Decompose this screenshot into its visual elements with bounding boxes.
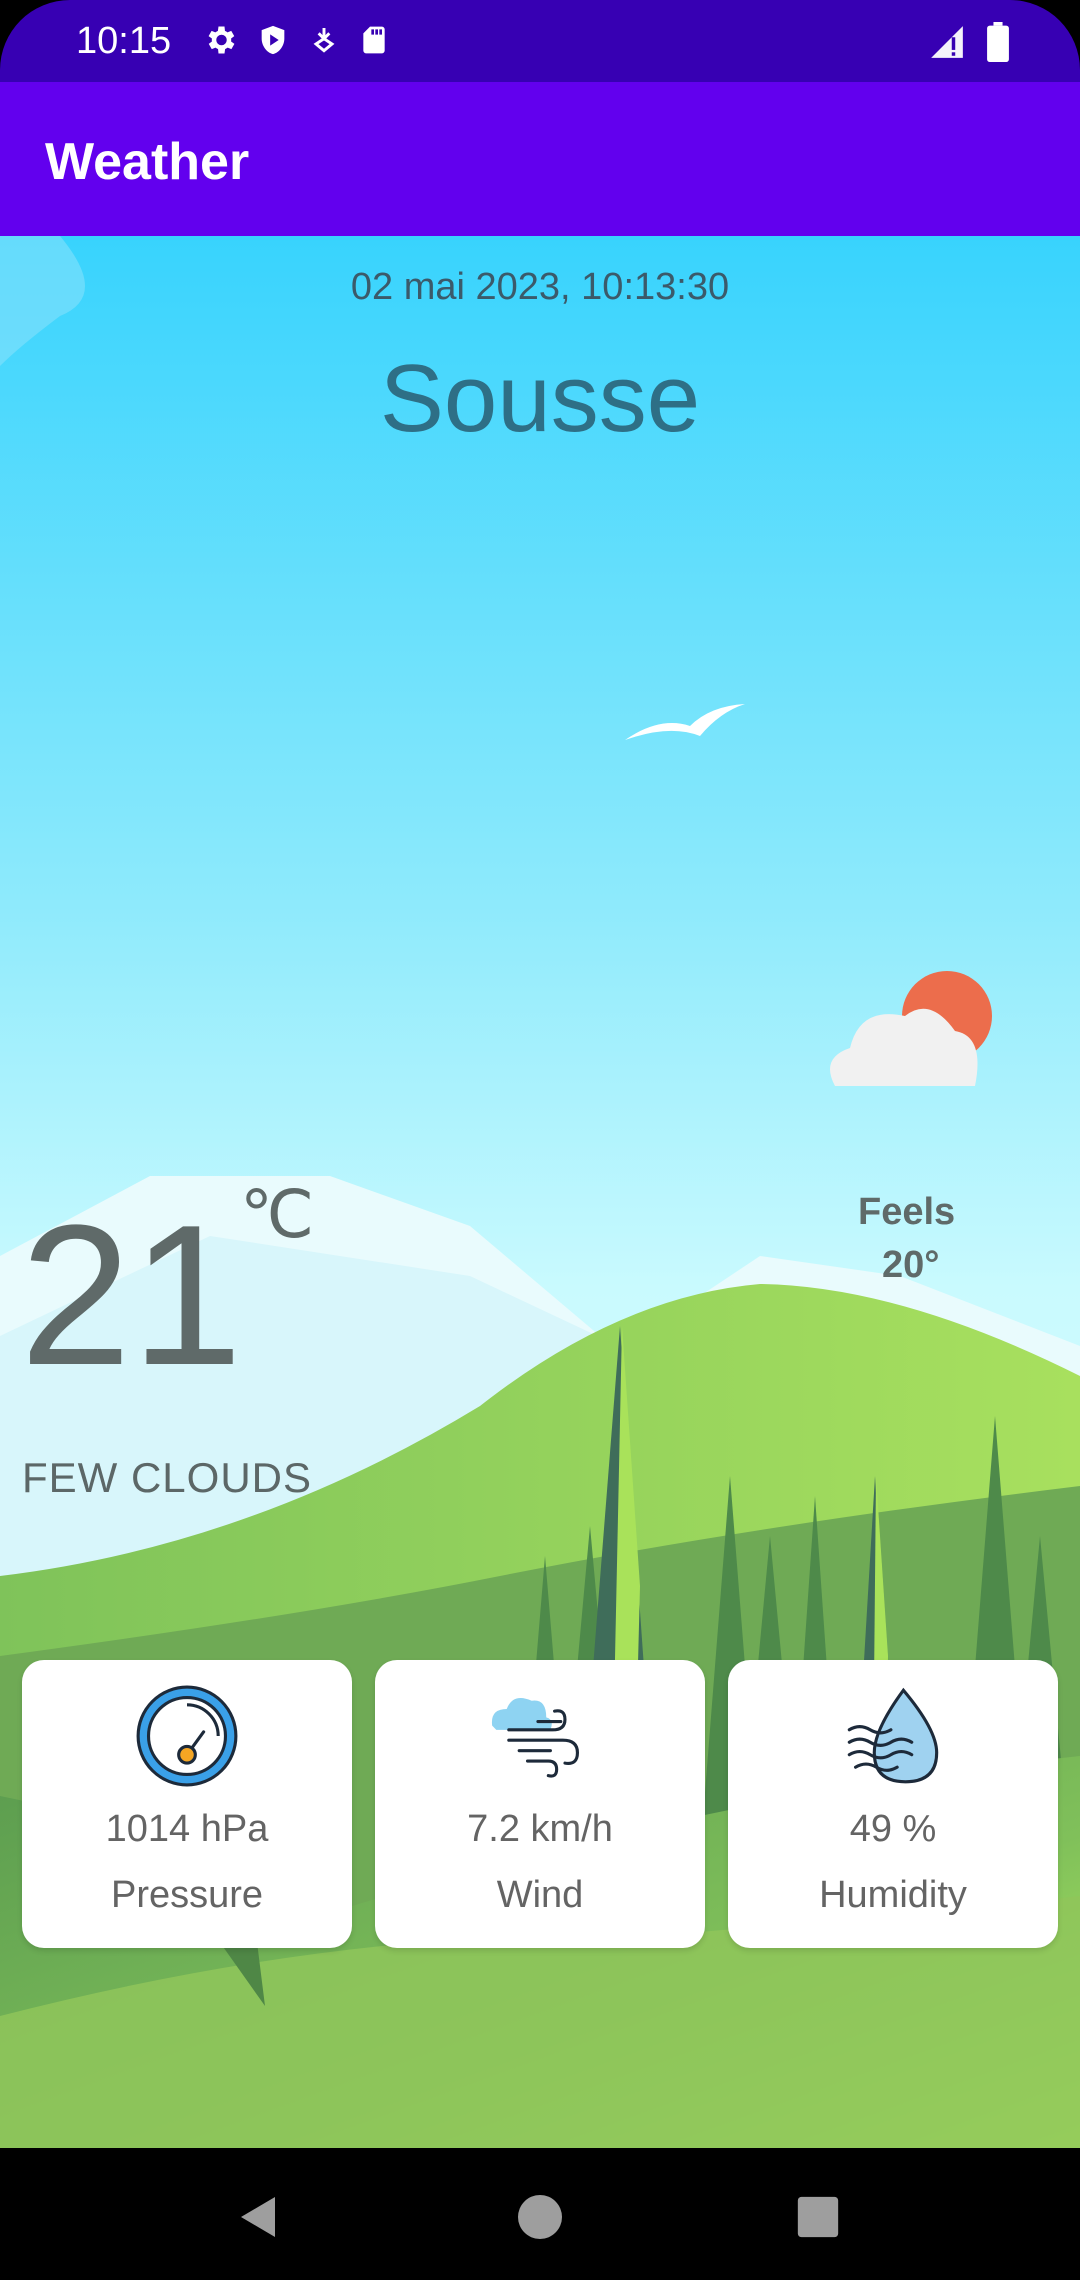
weather-description: FEW CLOUDS <box>22 1454 313 1501</box>
back-icon <box>241 2197 275 2237</box>
wind-value: 7.2 km/h <box>467 1808 613 1850</box>
wind-icon <box>491 1697 580 1778</box>
back-button[interactable] <box>224 2182 294 2252</box>
signal-icon <box>928 22 966 62</box>
app-bar: Weather <box>0 82 1080 236</box>
pressure-label: Pressure <box>110 1874 264 1916</box>
app-title: Weather <box>45 133 250 191</box>
feels-like-value: 20° <box>882 1244 940 1286</box>
weather-content: 02 mai 2023, 10:13:30 Sousse 21 ℃ Feels … <box>0 236 1080 2148</box>
recents-button[interactable] <box>783 2182 853 2252</box>
humidity-drop-icon <box>847 1687 939 1784</box>
download-icon <box>308 22 340 58</box>
shield-icon <box>256 22 290 58</box>
humidity-label: Humidity <box>819 1874 967 1916</box>
city-name: Sousse <box>379 345 701 452</box>
gear-icon <box>202 22 238 58</box>
temperature-value: 21 <box>20 1184 243 1407</box>
pressure-card: 1014 hPa Pressure <box>22 1660 352 1948</box>
pressure-value: 1014 hPa <box>105 1808 269 1850</box>
status-bar: 10:15 <box>0 0 1080 82</box>
battery-icon <box>986 22 1010 62</box>
home-button[interactable] <box>505 2182 575 2252</box>
home-icon <box>518 2195 562 2239</box>
barometer-icon <box>136 1685 238 1787</box>
date-time: 02 mai 2023, 10:13:30 <box>350 266 730 308</box>
weather-details-cards: 1014 hPa Pressure 7.2 km/h Wind 49 % Hum… <box>22 1660 1058 1948</box>
navigation-bar <box>0 2148 1080 2280</box>
recents-icon <box>797 2196 839 2238</box>
wind-label: Wind <box>496 1874 584 1916</box>
sd-card-icon <box>358 22 390 58</box>
feels-like-label: Feels <box>858 1191 956 1233</box>
humidity-value: 49 % <box>849 1808 937 1850</box>
humidity-card: 49 % Humidity <box>728 1660 1058 1948</box>
phone-screen: 10:15 Weather 02 mai 2023, 10:13:30 Sous… <box>0 0 1080 2280</box>
temperature-unit: ℃ <box>240 1177 315 1251</box>
wind-card: 7.2 km/h Wind <box>375 1660 705 1948</box>
status-time: 10:15 <box>76 20 172 62</box>
